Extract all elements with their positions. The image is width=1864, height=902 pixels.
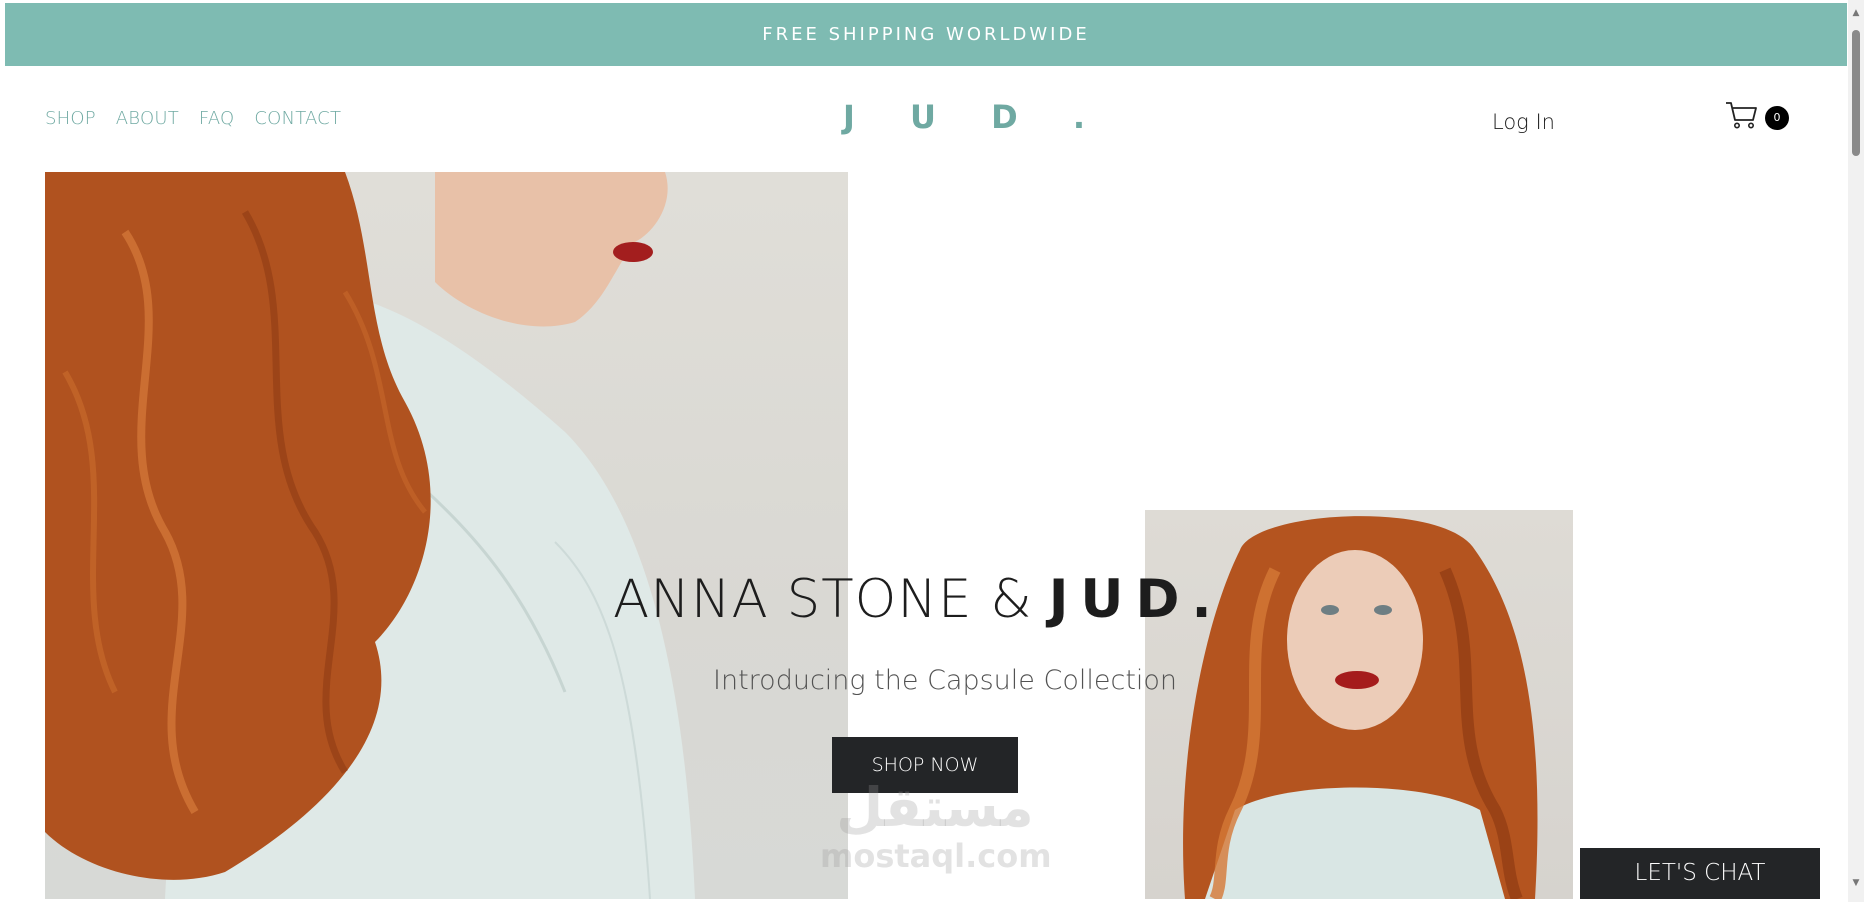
nav-contact[interactable]: CONTACT (254, 108, 341, 129)
scroll-down-icon[interactable]: ▼ (1851, 878, 1861, 888)
scroll-thumb[interactable] (1852, 30, 1860, 156)
chat-button[interactable]: LET'S CHAT (1580, 848, 1820, 899)
login-link[interactable]: Log In (1492, 110, 1555, 134)
nav-about[interactable]: ABOUT (116, 108, 179, 129)
promo-bar: FREE SHIPPING WORLDWIDE (5, 3, 1847, 66)
watermark-latin: mostaql.com (820, 837, 1052, 875)
hero-subtitle: Introducing the Capsule Collection (713, 665, 1178, 696)
headline-prefix: ANNA STONE & (613, 569, 1033, 630)
vertical-scrollbar[interactable]: ▲ ▼ (1848, 0, 1864, 902)
headline-brand: JUD. (1048, 569, 1224, 630)
cart-count-badge: 0 (1765, 106, 1789, 130)
scroll-up-icon[interactable]: ▲ (1851, 8, 1861, 18)
cart-button[interactable]: 0 (1725, 100, 1795, 138)
promo-text: FREE SHIPPING WORLDWIDE (762, 24, 1090, 45)
nav-faq[interactable]: FAQ (199, 108, 234, 129)
cart-icon (1726, 102, 1757, 129)
shop-now-button[interactable]: SHOP NOW (832, 737, 1018, 793)
site-logo[interactable]: J U D . (843, 98, 1107, 136)
nav-shop[interactable]: SHOP (45, 108, 96, 129)
hero-image-left (45, 172, 848, 899)
main-nav: SHOP ABOUT FAQ CONTACT (45, 108, 341, 129)
hero-headline: ANNA STONE & JUD. (613, 569, 1224, 630)
page: FREE SHIPPING WORLDWIDE SHOP ABOUT FAQ C… (5, 3, 1847, 899)
